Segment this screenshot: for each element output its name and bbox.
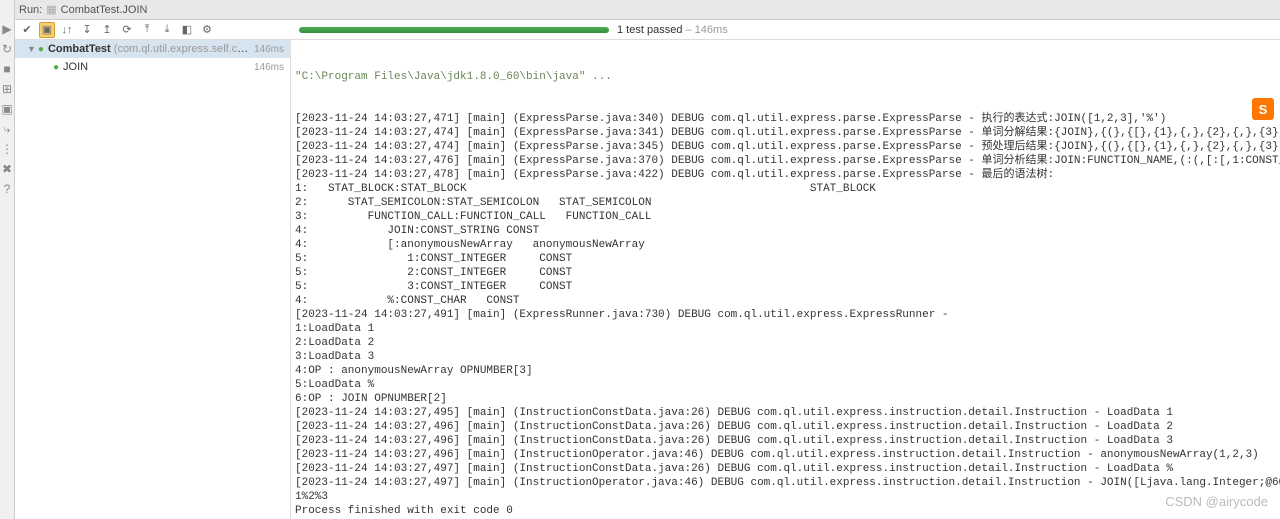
close-icon[interactable]: ✖: [0, 162, 14, 176]
ok-icon: ●: [38, 44, 44, 55]
show-passed-icon[interactable]: ✔: [19, 22, 35, 38]
layout-icon[interactable]: ⊞: [0, 82, 14, 96]
ok-icon: ●: [53, 62, 59, 73]
export-icon[interactable]: ⤷: [0, 122, 14, 136]
run-label: Run:: [19, 4, 42, 16]
test-method-name: JOIN: [63, 61, 254, 73]
rerun-failed-icon[interactable]: ⟳: [119, 22, 135, 38]
sogou-badge-icon: S: [1252, 98, 1274, 120]
next-fail-icon[interactable]: ⤓: [159, 22, 175, 38]
test-config-icon: ▦: [46, 3, 56, 16]
test-progress-bar: [299, 27, 609, 33]
left-tool-gutter: ▶ ↻ ■ ⊞ ▣ ⤷ ⋮ ✖ ?: [0, 0, 15, 519]
expand-icon[interactable]: ↥: [99, 22, 115, 38]
rerun-icon[interactable]: ↻: [0, 42, 14, 56]
collapse-icon[interactable]: ↧: [79, 22, 95, 38]
sort-icon[interactable]: ↓↑: [59, 22, 75, 38]
import-icon[interactable]: ◧: [179, 22, 195, 38]
test-class-duration: 146ms: [254, 44, 284, 55]
tests-passed-label: 1 test passed: [617, 24, 682, 36]
more-icon[interactable]: ⋮: [0, 142, 14, 156]
test-tree[interactable]: ▼ ● CombatTest (com.ql.util.express.self…: [15, 40, 291, 519]
test-package: (com.ql.util.express.self.combat): [114, 43, 254, 55]
console-log-lines: [2023-11-24 14:03:27,471] [main] (Expres…: [295, 112, 1280, 518]
tests-duration: 146ms: [695, 24, 728, 36]
settings-icon[interactable]: ⚙: [199, 22, 215, 38]
expand-arrow-icon[interactable]: ▼: [27, 44, 36, 54]
console-cmd-line: "C:\Program Files\Java\jdk1.8.0_60\bin\j…: [295, 70, 1280, 84]
pin-icon[interactable]: ▣: [0, 102, 14, 116]
tests-dash: –: [682, 24, 694, 36]
help-icon[interactable]: ?: [0, 182, 14, 196]
csdn-watermark: CSDN @airycode: [1165, 494, 1268, 509]
test-class-name: CombatTest: [48, 43, 111, 55]
show-ignored-icon[interactable]: ▣: [39, 22, 55, 38]
run-title: CombatTest.JOIN: [61, 4, 148, 16]
test-method-duration: 146ms: [254, 62, 284, 73]
tree-root-row[interactable]: ▼ ● CombatTest (com.ql.util.express.self…: [15, 40, 290, 58]
stop-icon[interactable]: ■: [0, 62, 14, 76]
console-output[interactable]: "C:\Program Files\Java\jdk1.8.0_60\bin\j…: [291, 40, 1280, 519]
run-icon[interactable]: ▶: [0, 22, 14, 36]
prev-fail-icon[interactable]: ⤒: [139, 22, 155, 38]
tree-child-row[interactable]: ● JOIN 146ms: [15, 58, 290, 76]
test-toolbar: ✔ ▣ ↓↑ ↧ ↥ ⟳ ⤒ ⤓ ◧ ⚙ 1 test passed – 146…: [15, 20, 1280, 40]
test-status: 1 test passed – 146ms: [617, 24, 728, 36]
run-tab-bar: Run: ▦ CombatTest.JOIN: [15, 0, 1280, 20]
